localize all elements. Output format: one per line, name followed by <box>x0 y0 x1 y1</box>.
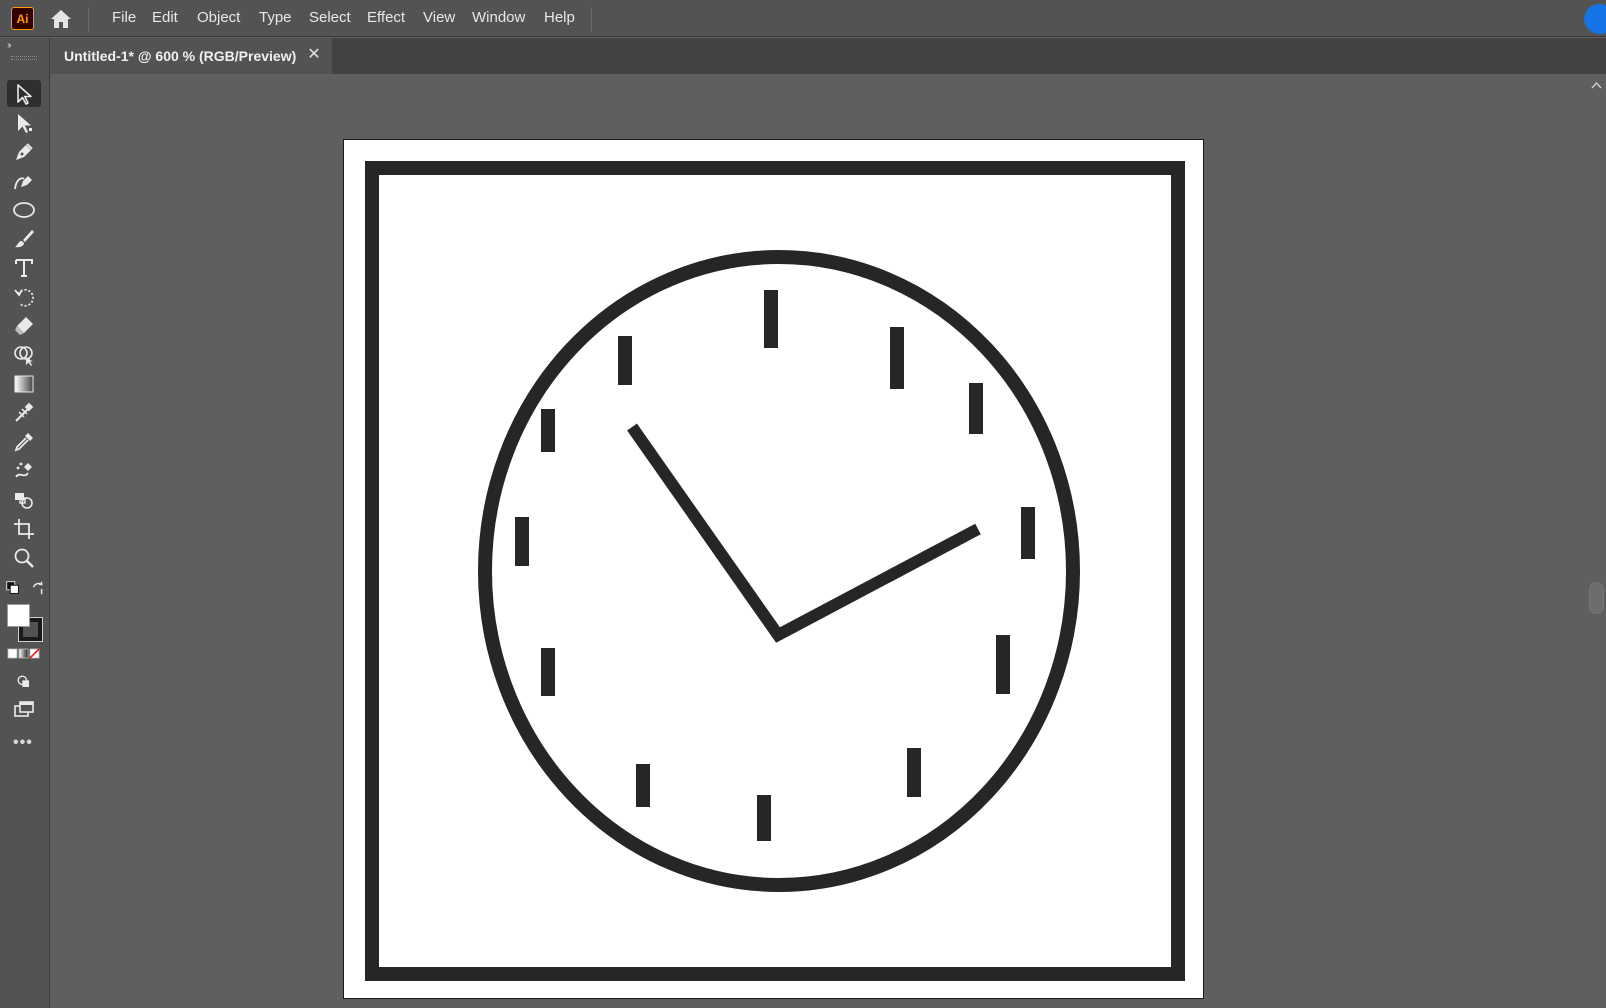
paintbrush-icon <box>15 229 34 247</box>
symbol-sprayer-icon <box>15 462 32 478</box>
shape-builder-icon <box>14 345 33 366</box>
pen-icon <box>16 142 33 160</box>
menu-type[interactable]: Type <box>259 8 292 28</box>
document-tab-title: Untitled-1* @ 600 % (RGB/Preview) <box>64 48 297 64</box>
pen-tool[interactable] <box>7 138 41 165</box>
ellipse-tool[interactable] <box>7 196 41 223</box>
menu-separator <box>591 7 592 31</box>
shape-builder-tool[interactable] <box>7 341 41 368</box>
draw-mode-icon <box>17 675 29 687</box>
rotate-tool[interactable] <box>7 283 41 310</box>
draw-mode-button[interactable] <box>7 668 41 695</box>
screen-mode-button[interactable] <box>7 696 41 723</box>
artboard[interactable] <box>343 139 1204 999</box>
edit-toolbar-more-icon[interactable]: ••• <box>13 734 33 752</box>
document-tab[interactable]: Untitled-1* @ 600 % (RGB/Preview) ✕ <box>50 38 332 74</box>
menu-file[interactable]: File <box>112 8 136 28</box>
document-tab-bar: Untitled-1* @ 600 % (RGB/Preview) ✕ <box>50 38 1606 74</box>
artboard-icon <box>14 518 34 539</box>
live-paint-tool[interactable] <box>7 486 41 513</box>
panel-grip[interactable] <box>11 56 37 60</box>
tick-6 <box>757 795 771 841</box>
default-colors-button[interactable] <box>3 578 23 598</box>
vertical-scrollbar[interactable] <box>1587 74 1606 1008</box>
curvature-pen-icon <box>14 175 32 189</box>
close-icon[interactable]: ✕ <box>304 45 324 65</box>
eyedropper-icon <box>14 432 33 451</box>
tick-2 <box>969 383 983 434</box>
type-icon <box>15 258 33 277</box>
clock-icon[interactable] <box>344 140 1205 1000</box>
account-avatar[interactable] <box>1584 4 1606 34</box>
zoom-tool[interactable] <box>7 544 41 571</box>
fill-swatch[interactable] <box>7 604 30 627</box>
menu-object[interactable]: Object <box>197 8 240 28</box>
menu-effect[interactable]: Effect <box>367 8 405 28</box>
scroll-thumb[interactable] <box>1589 582 1604 614</box>
menu-help[interactable]: Help <box>544 8 575 28</box>
clock-face <box>478 250 1080 892</box>
tools-panel: ›› ••• <box>0 38 50 1008</box>
default-colors-icon <box>6 581 19 594</box>
home-icon[interactable] <box>48 7 74 31</box>
eraser-tool[interactable] <box>7 312 41 339</box>
live-paint-icon <box>15 492 33 509</box>
tick-1 <box>890 327 904 389</box>
tick-5 <box>907 748 921 797</box>
tick-12 <box>764 290 778 348</box>
menu-edit[interactable]: Edit <box>152 8 178 28</box>
menu-window[interactable]: Window <box>472 8 525 28</box>
tick-8 <box>541 648 555 696</box>
tick-9 <box>515 517 529 566</box>
clock-hands <box>627 423 981 643</box>
tick-3 <box>1021 507 1035 559</box>
menu-bar: Ai File Edit Object Type Select Effect V… <box>0 0 1606 37</box>
direct-selection-arrow-icon <box>18 113 32 133</box>
menu-select[interactable]: Select <box>309 8 351 28</box>
swap-arrow-icon <box>32 581 43 595</box>
selection-arrow-icon <box>17 83 32 105</box>
color-mode-buttons[interactable] <box>7 646 41 662</box>
swap-colors-button[interactable] <box>28 578 48 598</box>
gradient-tool[interactable] <box>7 370 41 397</box>
paintbrush-tool[interactable] <box>7 225 41 252</box>
symbol-sprayer-tool[interactable] <box>7 457 41 484</box>
frame-rectangle <box>365 161 1185 981</box>
screen-mode-icon <box>14 700 34 717</box>
tick-4 <box>996 635 1010 694</box>
direct-selection-tool[interactable] <box>7 109 41 136</box>
app-logo: Ai <box>11 7 34 30</box>
collapse-panel-icon[interactable]: ›› <box>7 40 11 51</box>
hour-ticks <box>515 290 1035 841</box>
type-tool[interactable] <box>7 254 41 281</box>
rotate-icon <box>14 288 34 307</box>
selection-tool[interactable] <box>7 80 41 107</box>
curvature-tool[interactable] <box>7 167 41 194</box>
scroll-up-icon[interactable] <box>1587 78 1606 94</box>
ellipse-icon <box>13 201 35 218</box>
menu-view[interactable]: View <box>423 8 455 28</box>
tick-11 <box>618 336 632 385</box>
eraser-icon <box>15 316 33 335</box>
tick-7 <box>636 764 650 807</box>
tick-10 <box>541 409 555 452</box>
eyedropper-tool[interactable] <box>7 428 41 455</box>
zoom-icon <box>14 548 34 568</box>
blend-icon <box>15 402 34 422</box>
color-gradient-none-icon <box>7 648 40 659</box>
gradient-icon <box>14 375 34 392</box>
menu-separator <box>88 7 89 31</box>
artboard-tool[interactable] <box>7 515 41 542</box>
blend-tool[interactable] <box>7 399 41 426</box>
